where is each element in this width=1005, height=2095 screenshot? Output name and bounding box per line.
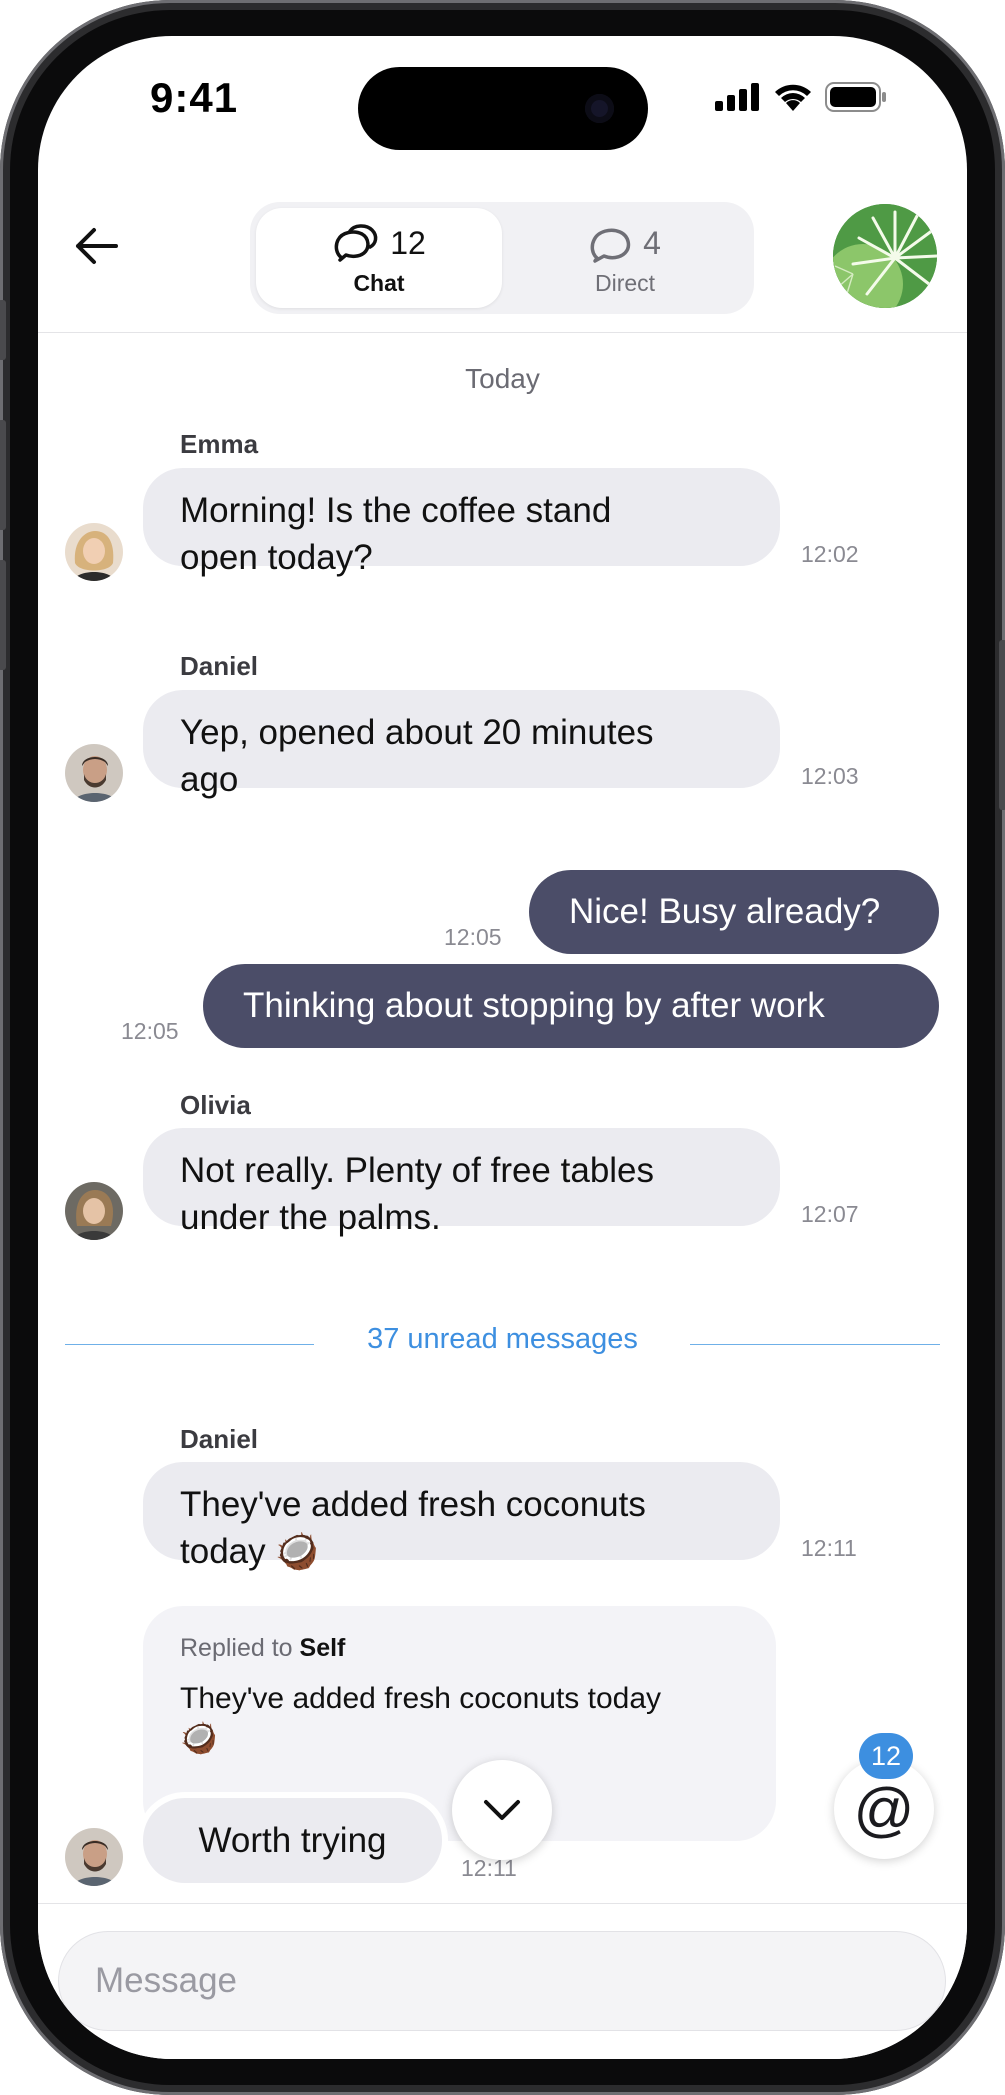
volume-up-button [0,420,6,530]
message-text-line: Morning! Is the coffee stand [180,491,612,530]
chat-count: 12 [390,225,426,261]
message-time: 12:07 [801,1201,859,1227]
message-input[interactable]: Message [58,1931,946,2031]
message-bubble[interactable]: Worth trying [143,1798,442,1883]
message-text-line: today 🥥 [180,1532,319,1571]
group-avatar[interactable] [833,204,937,308]
unread-messages-label: 37 unread messages [367,1323,638,1355]
scroll-to-bottom-button[interactable] [452,1760,552,1860]
message-text-line: open today? [180,538,373,577]
status-bar: 9:41 [38,36,967,166]
direct-count: 4 [643,225,661,261]
sender-name: Daniel [180,1424,259,1454]
tab-chat-label: Chat [353,269,405,296]
message-list[interactable]: Today Emma Morning! Is the coffee stand … [38,333,967,1903]
avatar-emma-photo [65,523,123,581]
status-icons [715,82,887,112]
status-time: 9:41 [150,74,239,121]
reply-target: Self [299,1634,346,1662]
avatar-daniel[interactable] [65,1828,123,1886]
message-text-line: Not really. Plenty of free tables [180,1151,655,1190]
message-bubble[interactable]: They've added fresh coconuts today 🥥 [143,1462,780,1571]
sender-name: Emma [180,429,259,459]
chat-bubbles-icon [334,223,378,262]
dynamic-island [358,67,648,150]
tab-switcher: 12 Chat 4 Direct [250,202,754,314]
palm-leaves-icon [833,204,937,308]
camera-icon [585,94,614,123]
message-text-line: They've added fresh coconuts [180,1485,646,1524]
message-bubble[interactable]: Not really. Plenty of free tables under … [143,1128,780,1237]
arrow-left-icon [76,228,118,264]
chat-bubble-icon [590,228,631,263]
reply-quote-line: 🥥 [180,1722,218,1755]
sender-name: Olivia [180,1090,251,1120]
tab-direct-label: Direct [594,269,656,296]
message-time: 12:03 [801,763,859,789]
avatar-olivia-photo [65,1182,123,1240]
avatar-daniel-photo [65,1828,123,1886]
sender-name: Daniel [180,651,259,681]
side-button [999,640,1005,810]
reply-quote: They've added fresh coconuts today 🥥 [180,1679,739,1759]
avatar-emma[interactable] [65,523,123,581]
chevron-down-icon [484,1800,520,1820]
volume-down-button [0,560,6,670]
tab-direct[interactable]: 4 Direct [502,208,748,308]
action-button [0,300,6,360]
message-text-line: ago [180,760,239,799]
battery-icon [825,82,886,112]
composer-bar: Message [38,1903,967,2059]
wifi-icon [775,84,811,111]
avatar-daniel[interactable] [65,744,123,802]
reply-quote-line: They've added fresh coconuts today [180,1682,662,1715]
cellular-signal-icon [715,83,759,111]
message-text-line: under the palms. [180,1198,441,1237]
reply-header: Replied to Self [180,1634,739,1663]
day-separator: Today [465,363,540,394]
message-bubble[interactable]: Morning! Is the coffee stand open today? [143,468,780,577]
outgoing-message-bubble[interactable]: Nice! Busy already? [529,870,939,954]
screen: 9:41 12 Chat 4 Direct Today Emma Morning… [38,36,967,2059]
chat-header: 12 Chat 4 Direct [38,166,967,333]
avatar-daniel-photo [65,744,123,802]
message-time: 12:02 [801,541,859,567]
message-time: 12:11 [801,1535,857,1561]
message-bubble[interactable]: Yep, opened about 20 minutes ago [143,690,780,799]
mention-count-badge: 12 [859,1733,913,1779]
message-time: 12:05 [121,1018,179,1044]
back-button[interactable] [68,218,124,274]
phone-frame: 9:41 12 Chat 4 Direct Today Emma Morning… [0,0,1005,2095]
message-text-line: Yep, opened about 20 minutes [180,713,654,752]
tab-chat[interactable]: 12 Chat [256,208,502,308]
avatar-olivia[interactable] [65,1182,123,1240]
reply-prefix: Replied to [180,1634,293,1662]
outgoing-message-bubble[interactable]: Thinking about stopping by after work [203,964,939,1048]
message-time: 12:05 [444,924,502,950]
